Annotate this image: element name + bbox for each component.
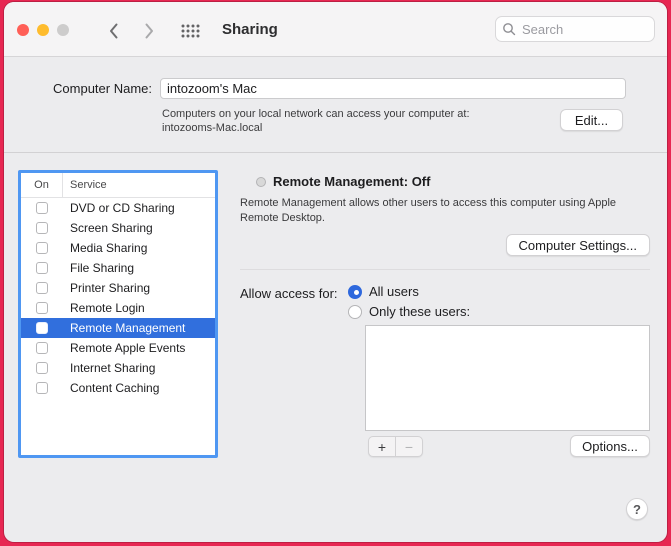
computer-settings-button[interactable]: Computer Settings... bbox=[505, 234, 650, 256]
service-label: Remote Apple Events bbox=[70, 341, 186, 355]
divider bbox=[240, 269, 650, 270]
allow-access-label: Allow access for: bbox=[240, 286, 338, 301]
radio-only-these-users[interactable]: Only these users: bbox=[348, 304, 470, 319]
service-checkbox[interactable] bbox=[36, 282, 48, 294]
service-label: Media Sharing bbox=[70, 241, 148, 255]
toolbar: Sharing bbox=[4, 2, 667, 57]
service-label: File Sharing bbox=[70, 261, 135, 275]
checkbox-cell bbox=[21, 382, 63, 394]
remove-user-button[interactable]: − bbox=[396, 437, 422, 456]
service-label: Content Caching bbox=[70, 381, 160, 395]
checkbox-cell bbox=[21, 222, 63, 234]
service-label: Printer Sharing bbox=[70, 281, 151, 295]
service-checkbox[interactable] bbox=[36, 382, 48, 394]
forward-button[interactable] bbox=[137, 19, 161, 43]
checkbox-cell bbox=[21, 242, 63, 254]
service-row-screen-sharing[interactable]: Screen Sharing bbox=[21, 218, 215, 238]
minimize-button[interactable] bbox=[37, 24, 49, 36]
computer-name-label: Computer Name: bbox=[53, 81, 152, 96]
search-input[interactable] bbox=[520, 20, 648, 38]
service-checkbox[interactable] bbox=[36, 322, 48, 334]
column-header-service: Service bbox=[70, 179, 107, 191]
add-user-button[interactable]: + bbox=[369, 437, 396, 456]
service-label: DVD or CD Sharing bbox=[70, 201, 175, 215]
edit-button[interactable]: Edit... bbox=[560, 109, 623, 131]
service-list-header: On Service bbox=[21, 173, 215, 198]
radio-all-users-label: All users bbox=[369, 284, 419, 299]
show-all-button[interactable] bbox=[179, 22, 201, 40]
checkbox-cell bbox=[21, 322, 63, 334]
checkbox-cell bbox=[21, 362, 63, 374]
service-row-remote-login[interactable]: Remote Login bbox=[21, 298, 215, 318]
close-button[interactable] bbox=[17, 24, 29, 36]
service-label: Remote Login bbox=[70, 301, 145, 315]
service-label: Screen Sharing bbox=[70, 221, 153, 235]
service-description: Remote Management allows other users to … bbox=[240, 197, 617, 224]
radio-button-icon bbox=[348, 284, 362, 299]
service-checkbox[interactable] bbox=[36, 362, 48, 374]
computer-name-input[interactable] bbox=[160, 78, 626, 99]
remote-management-detail-pane: Remote Management: Off Remote Management… bbox=[238, 172, 650, 472]
sharing-preferences-window: Sharing Computer Name: Computers on your… bbox=[4, 2, 667, 542]
checkbox-cell bbox=[21, 302, 63, 314]
search-field[interactable] bbox=[495, 16, 655, 42]
service-label: Internet Sharing bbox=[70, 361, 156, 375]
service-row-media-sharing[interactable]: Media Sharing bbox=[21, 238, 215, 258]
radio-all-users[interactable]: All users bbox=[348, 284, 419, 299]
service-checkbox[interactable] bbox=[36, 302, 48, 314]
checkbox-cell bbox=[21, 342, 63, 354]
service-row-dvd-or-cd-sharing[interactable]: DVD or CD Sharing bbox=[21, 198, 215, 218]
service-checkbox[interactable] bbox=[36, 222, 48, 234]
window-title: Sharing bbox=[222, 20, 278, 38]
help-button[interactable]: ? bbox=[626, 498, 648, 520]
service-row-remote-apple-events[interactable]: Remote Apple Events bbox=[21, 338, 215, 358]
traffic-lights bbox=[17, 24, 69, 36]
service-row-internet-sharing[interactable]: Internet Sharing bbox=[21, 358, 215, 378]
checkbox-cell bbox=[21, 262, 63, 274]
service-label: Remote Management bbox=[70, 321, 186, 335]
column-header-on: On bbox=[21, 173, 63, 197]
service-checkbox[interactable] bbox=[36, 242, 48, 254]
service-row-printer-sharing[interactable]: Printer Sharing bbox=[21, 278, 215, 298]
service-row-content-caching[interactable]: Content Caching bbox=[21, 378, 215, 398]
app-grid-icon bbox=[181, 24, 199, 38]
computer-name-description: Computers on your local network can acce… bbox=[162, 107, 470, 135]
service-row-file-sharing[interactable]: File Sharing bbox=[21, 258, 215, 278]
checkbox-cell bbox=[21, 202, 63, 214]
status-row: Remote Management: Off bbox=[256, 174, 430, 189]
service-row-remote-management[interactable]: Remote Management bbox=[21, 318, 215, 338]
radio-button-icon bbox=[348, 304, 362, 319]
service-checkbox[interactable] bbox=[36, 262, 48, 274]
status-indicator-icon bbox=[256, 176, 266, 187]
search-icon bbox=[503, 23, 516, 36]
radio-only-these-users-label: Only these users: bbox=[369, 304, 471, 319]
add-remove-control: + − bbox=[368, 436, 423, 457]
computer-name-description-line2: intozooms-Mac.local bbox=[162, 122, 263, 134]
allowed-users-list[interactable] bbox=[365, 325, 650, 431]
options-button[interactable]: Options... bbox=[570, 435, 650, 457]
zoom-button[interactable] bbox=[57, 24, 69, 36]
chevron-left-icon bbox=[109, 23, 117, 39]
checkbox-cell bbox=[21, 282, 63, 294]
computer-name-section: Computer Name: Computers on your local n… bbox=[4, 56, 667, 153]
service-checkbox[interactable] bbox=[36, 342, 48, 354]
computer-name-description-line1: Computers on your local network can acce… bbox=[162, 108, 470, 120]
back-button[interactable] bbox=[101, 19, 125, 43]
service-checkbox[interactable] bbox=[36, 202, 48, 214]
status-label: Remote Management: Off bbox=[273, 174, 431, 189]
service-list[interactable]: On Service DVD or CD Sharing Screen Shar… bbox=[18, 170, 218, 458]
chevron-right-icon bbox=[145, 23, 153, 39]
